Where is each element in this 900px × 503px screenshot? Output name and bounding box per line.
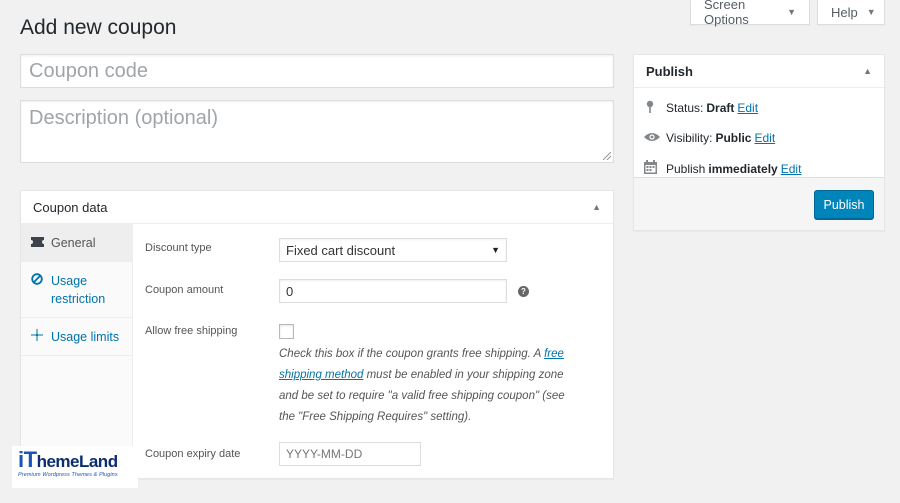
select-arrow-icon: ▼ (491, 245, 500, 255)
publish-time-label: Publish (666, 161, 706, 176)
tab-general[interactable]: General (21, 224, 132, 262)
caret-down-icon: ▼ (787, 7, 796, 17)
publish-box: Publish ▲ Status: Draft Edit Visibility:… (633, 54, 885, 231)
logo-tagline: Premium Wordpress Themes & Plugins (18, 472, 118, 478)
coupon-amount-label: Coupon amount (145, 284, 224, 296)
limits-icon (31, 328, 51, 346)
coupon-code-placeholder: Coupon code (29, 59, 148, 82)
eye-icon (644, 130, 664, 146)
expiry-date-input[interactable]: YYYY-MM-DD (279, 442, 421, 466)
free-shipping-checkbox[interactable] (279, 324, 294, 339)
edit-publish-time-link[interactable]: Edit (781, 162, 802, 176)
caret-down-icon: ▼ (866, 7, 876, 17)
collapse-arrow-icon[interactable]: ▲ (592, 202, 601, 212)
publish-title: Publish (646, 63, 693, 79)
page-title: Add new coupon (20, 16, 177, 39)
coupon-data-header[interactable]: Coupon data ▲ (21, 191, 613, 224)
status-label: Status: (666, 100, 704, 115)
resize-handle-icon[interactable] (603, 152, 611, 160)
screen-options-button[interactable]: Screen Options ▼ (690, 0, 810, 27)
coupon-data-box: Coupon data ▲ General Usage restriction … (20, 190, 614, 479)
free-shipping-description: Check this box if the coupon grants free… (279, 344, 579, 428)
tab-usage-restriction-label: Usage restriction (51, 274, 106, 306)
visibility-value: Public (715, 131, 752, 145)
coupon-amount-input[interactable]: 0 (279, 279, 507, 303)
discount-type-value: Fixed cart discount (286, 242, 396, 258)
tab-general-label: General (51, 236, 96, 250)
screen-options-label: Screen Options (704, 0, 749, 27)
free-shipping-desc-part1: Check this box if the coupon grants free… (279, 348, 545, 360)
status-row: Status: Draft Edit (644, 99, 758, 116)
coupon-data-tabs: General Usage restriction Usage limits (21, 224, 133, 478)
coupon-amount-value: 0 (286, 283, 294, 299)
coupon-data-title: Coupon data (33, 199, 108, 215)
publish-time-row: Publish immediately Edit (644, 160, 801, 177)
coupon-description-textarea[interactable]: Description (optional) (20, 100, 614, 163)
help-button[interactable]: Help ▼ (817, 0, 885, 25)
publish-button[interactable]: Publish (814, 190, 874, 219)
visibility-row: Visibility: Public Edit (644, 130, 775, 146)
calendar-icon (644, 160, 664, 177)
publish-time-value: immediately (708, 161, 778, 176)
logo-name: hemeLand (36, 452, 119, 471)
themeland-logo: iThemeLand Premium Wordpress Themes & Pl… (12, 446, 138, 488)
free-shipping-label: Allow free shipping (145, 325, 238, 337)
description-placeholder: Description (optional) (29, 107, 218, 129)
ticket-icon (31, 234, 51, 252)
edit-visibility-link[interactable]: Edit (754, 131, 775, 145)
publish-header[interactable]: Publish ▲ (634, 55, 884, 88)
help-label: Help (831, 4, 858, 20)
coupon-code-input[interactable]: Coupon code (20, 54, 614, 88)
expiry-date-label: Coupon expiry date (145, 448, 241, 460)
expiry-date-placeholder: YYYY-MM-DD (286, 447, 363, 461)
general-panel: Discount type Fixed cart discount ▼ Coup… (133, 224, 613, 478)
discount-type-select[interactable]: Fixed cart discount ▼ (279, 238, 507, 262)
tab-usage-limits[interactable]: Usage limits (21, 318, 132, 356)
block-icon (31, 272, 51, 290)
pin-icon (644, 99, 664, 116)
logo-it: iT (18, 447, 37, 472)
status-value: Draft (706, 100, 735, 115)
edit-status-link[interactable]: Edit (737, 101, 758, 115)
tab-usage-limits-label: Usage limits (51, 330, 120, 344)
logo-wordmark: iThemeLand (18, 447, 132, 472)
tab-usage-restriction[interactable]: Usage restriction (21, 262, 132, 318)
publish-actions: Publish (634, 177, 884, 230)
visibility-label: Visibility: (666, 131, 713, 145)
discount-type-label: Discount type (145, 242, 212, 254)
collapse-arrow-icon[interactable]: ▲ (863, 66, 872, 76)
help-tip-icon[interactable]: ? (518, 286, 529, 297)
